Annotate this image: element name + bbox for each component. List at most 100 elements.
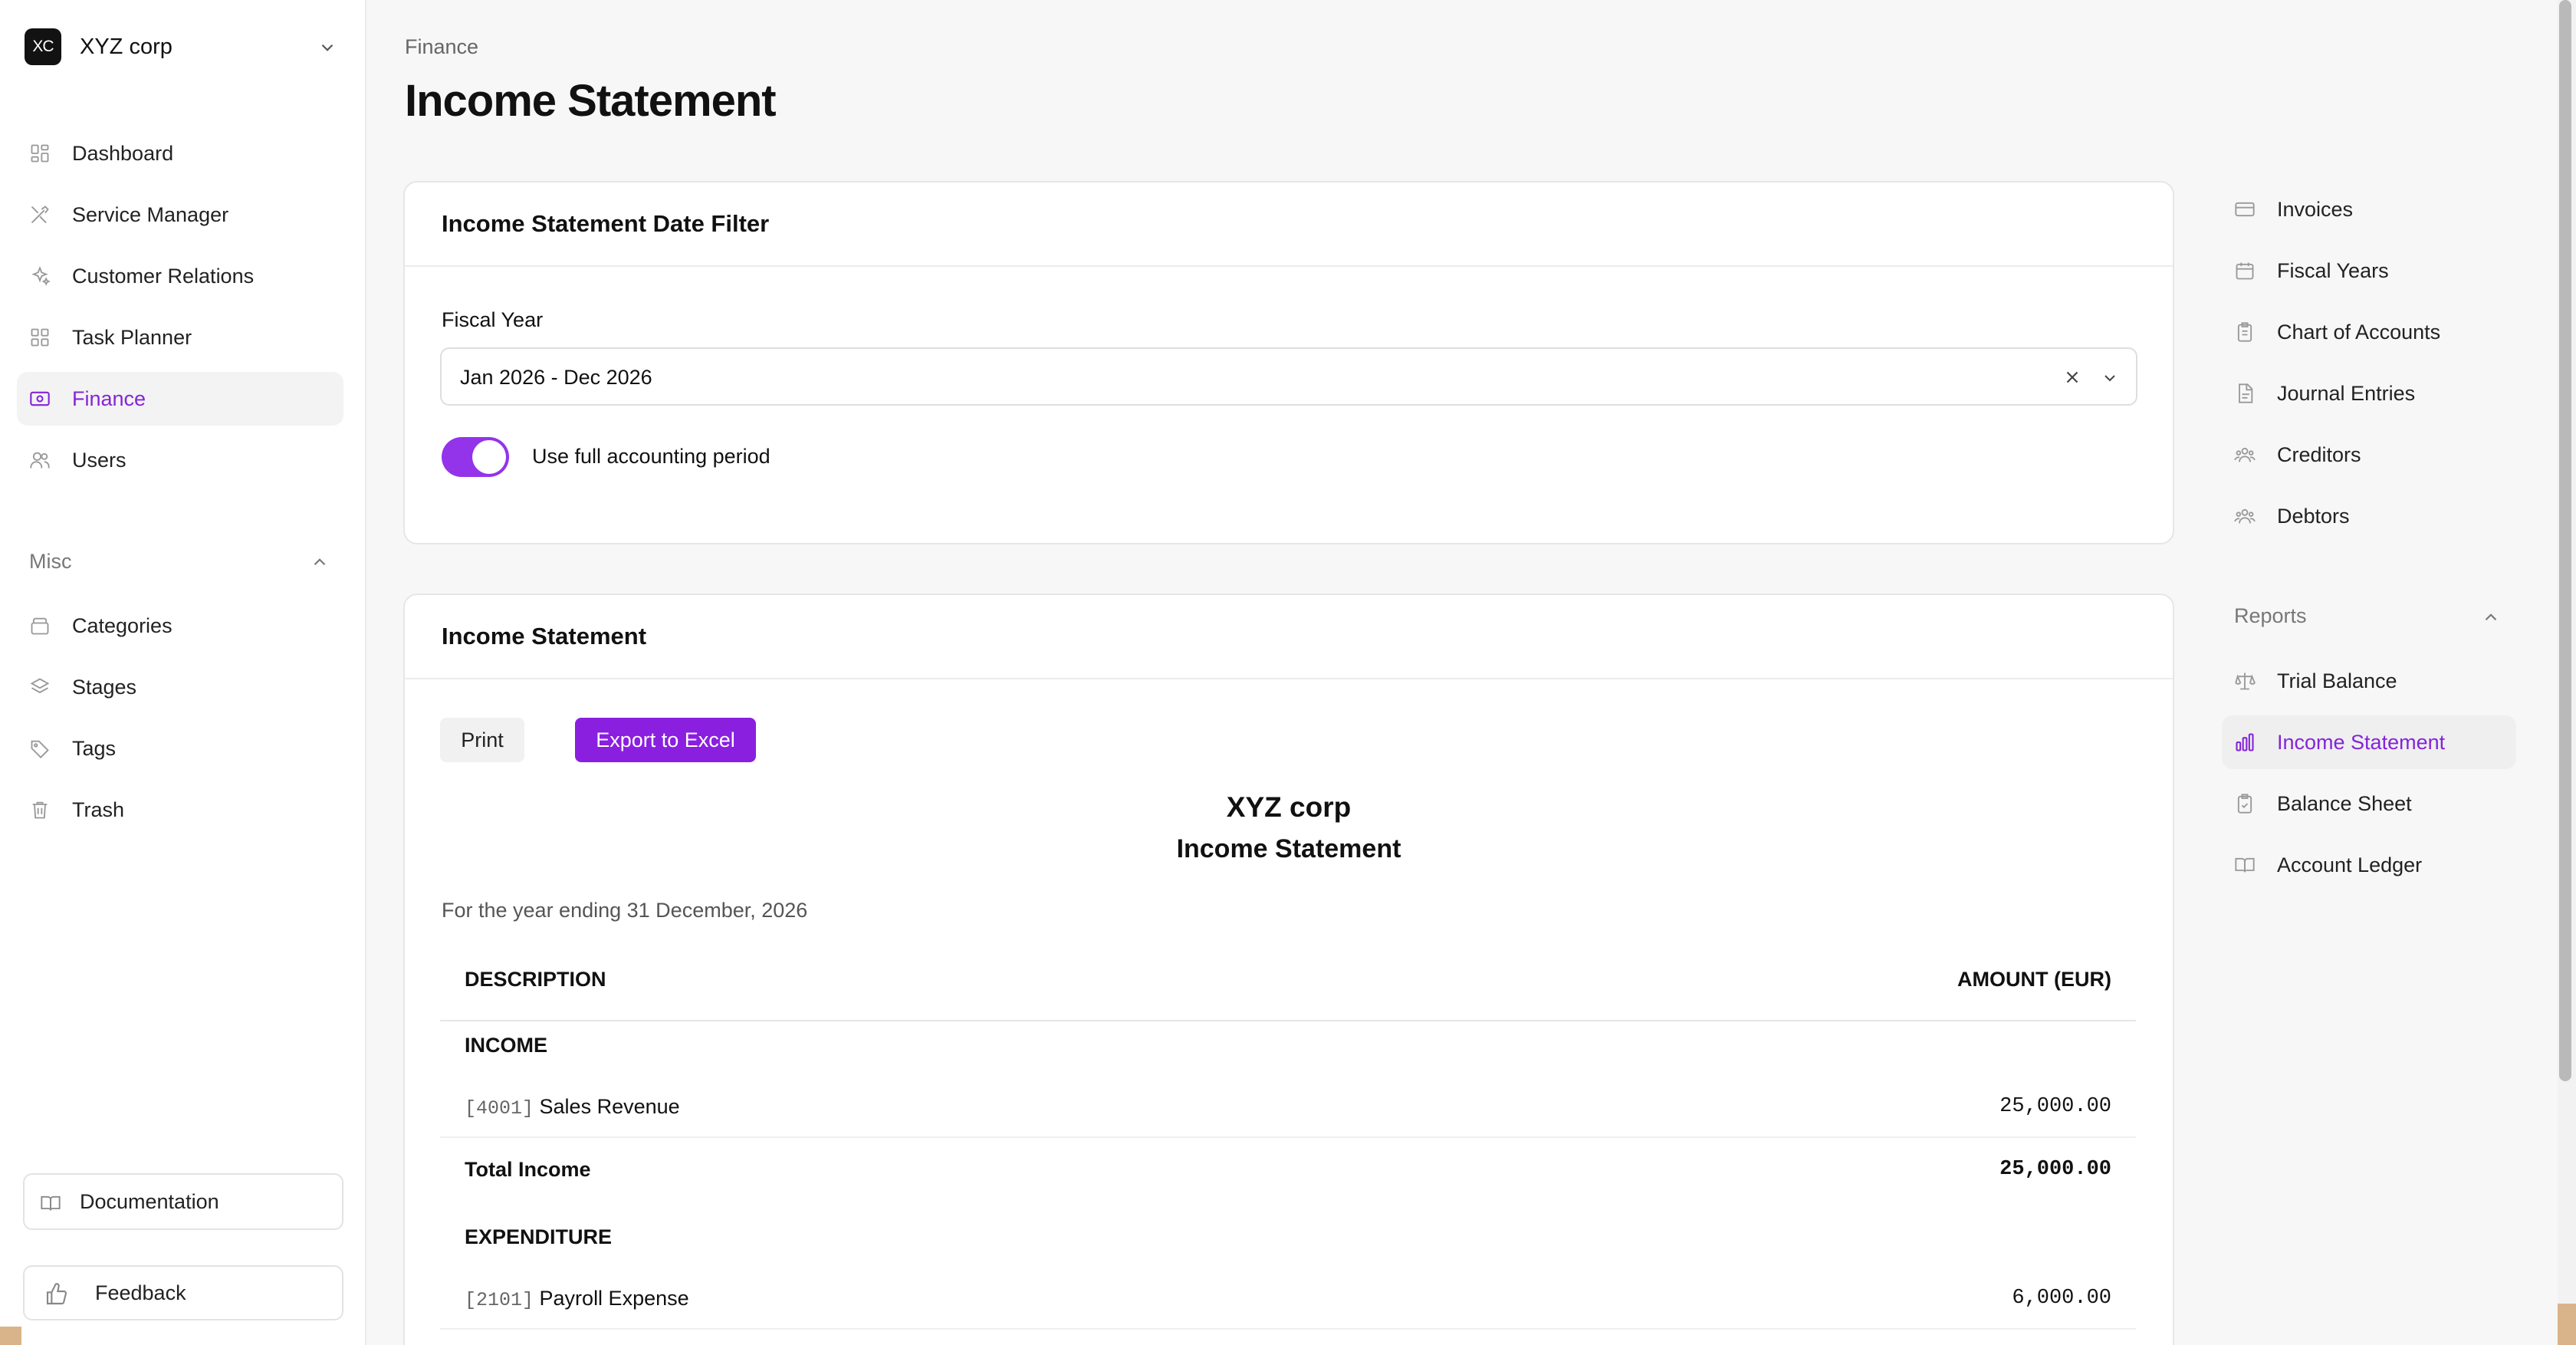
divider: [440, 1328, 2136, 1330]
tools-icon: [29, 204, 51, 225]
window-corner: [0, 1327, 21, 1345]
sidebar-item-task-planner[interactable]: Task Planner: [17, 311, 343, 364]
table-header: DESCRIPTION AMOUNT (EUR): [440, 948, 2136, 1009]
subnav-item-label: Trial Balance: [2277, 669, 2397, 692]
section-label: Reports: [2234, 604, 2307, 627]
sidebar-item-label: Customer Relations: [72, 264, 255, 288]
date-filter-card: Income Statement Date Filter Fiscal Year…: [403, 181, 2174, 544]
full-period-toggle-label: Use full accounting period: [532, 445, 770, 468]
fiscal-year-label: Fiscal Year: [442, 308, 544, 331]
dashboard-icon: [29, 143, 51, 164]
documentation-label: Documentation: [80, 1189, 219, 1213]
tag-icon: [29, 738, 51, 759]
sidebar-item-tags[interactable]: Tags: [17, 722, 343, 775]
calendar-icon: [2234, 260, 2256, 281]
divider: [440, 1136, 2136, 1138]
sidebar-item-label: Service Manager: [72, 202, 229, 226]
file-text-icon: [2234, 383, 2256, 404]
export-excel-button[interactable]: Export to Excel: [575, 718, 756, 762]
breadcrumb[interactable]: Finance: [405, 35, 478, 59]
full-period-toggle[interactable]: [442, 437, 509, 477]
app-window: XC XYZ corp Dashboard Service Manager Cu…: [0, 0, 2576, 1345]
clear-icon[interactable]: [2062, 367, 2082, 387]
subnav-item-label: Chart of Accounts: [2277, 321, 2441, 344]
chevron-up-icon: [310, 552, 330, 572]
trash-icon: [29, 799, 51, 820]
sidebar-item-label: Trash: [72, 797, 125, 821]
org-switcher[interactable]: XC XYZ corp: [25, 28, 342, 66]
sidebar-item-categories[interactable]: Categories: [17, 599, 343, 653]
bar-chart-icon: [2234, 732, 2256, 753]
subnav-item-label: Debtors: [2277, 505, 2350, 528]
print-button[interactable]: Print: [440, 718, 524, 762]
sidebar-item-stages[interactable]: Stages: [17, 660, 343, 714]
chevron-down-icon[interactable]: [2101, 369, 2119, 387]
clipboard-check-icon: [2234, 793, 2256, 814]
account-cell: [4001] Sales Revenue: [465, 1095, 680, 1120]
subnav-item-chart-of-accounts[interactable]: Chart of Accounts: [2222, 305, 2516, 359]
feedback-button[interactable]: Feedback: [23, 1265, 343, 1320]
amount-cell: 25,000.00: [1999, 1095, 2111, 1118]
section-heading: EXPENDITURE: [465, 1225, 613, 1248]
card-title: Income Statement Date Filter: [442, 210, 770, 237]
toggle-knob: [472, 440, 506, 474]
layers-icon: [29, 676, 51, 698]
subnav-item-income-statement[interactable]: Income Statement: [2222, 715, 2516, 769]
book-open-icon: [2234, 854, 2256, 876]
subnav-item-journal-entries[interactable]: Journal Entries: [2222, 367, 2516, 420]
reports-section-toggle[interactable]: Reports: [2234, 601, 2501, 632]
thumbs-up-icon: [44, 1282, 69, 1307]
fiscal-year-select[interactable]: Jan 2026 - Dec 2026: [440, 347, 2137, 406]
sidebar-item-label: Categories: [72, 613, 172, 637]
org-avatar: XC: [25, 28, 61, 65]
report-company: XYZ corp: [1226, 791, 1352, 823]
sidebar-item-users[interactable]: Users: [17, 433, 343, 487]
users-icon: [29, 449, 51, 471]
account-cell: [2101] Payroll Expense: [465, 1287, 689, 1311]
sidebar-item-label: Tags: [72, 736, 117, 760]
subnav-item-debtors[interactable]: Debtors: [2222, 489, 2516, 543]
account-code: [2101]: [465, 1289, 534, 1311]
documentation-button[interactable]: Documentation: [23, 1173, 343, 1230]
chevron-up-icon: [2481, 607, 2501, 627]
sidebar-item-service-manager[interactable]: Service Manager: [17, 188, 343, 242]
subnav-item-account-ledger[interactable]: Account Ledger: [2222, 838, 2516, 892]
income-statement-card: Income Statement Print Export to Excel X…: [403, 594, 2174, 1345]
sidebar-item-finance[interactable]: Finance: [17, 372, 343, 426]
banknote-icon: [29, 388, 51, 409]
fiscal-year-value: Jan 2026 - Dec 2026: [460, 366, 652, 389]
card-title: Income Statement: [442, 623, 647, 649]
org-name: XYZ corp: [80, 34, 172, 59]
subnav-item-fiscal-years[interactable]: Fiscal Years: [2222, 244, 2516, 298]
subnav-item-invoices[interactable]: Invoices: [2222, 183, 2516, 236]
credit-card-icon: [2234, 199, 2256, 220]
column-header-description: DESCRIPTION: [465, 968, 606, 991]
divider: [440, 1020, 2136, 1021]
subnav-item-trial-balance[interactable]: Trial Balance: [2222, 654, 2516, 708]
chevron-down-icon: [317, 38, 337, 58]
misc-section-toggle[interactable]: Misc: [29, 546, 330, 577]
feedback-label: Feedback: [95, 1281, 186, 1304]
subnav-item-balance-sheet[interactable]: Balance Sheet: [2222, 777, 2516, 830]
subnav-item-creditors[interactable]: Creditors: [2222, 428, 2516, 482]
section-label: Misc: [29, 549, 72, 573]
folder-icon: [29, 615, 51, 636]
subnav-item-label: Journal Entries: [2277, 382, 2416, 405]
total-amount: 25,000.00: [1999, 1158, 2111, 1181]
sidebar-item-label: Task Planner: [72, 325, 192, 349]
account-name: Payroll Expense: [539, 1287, 689, 1310]
sidebar-item-label: Users: [72, 448, 127, 472]
subnav-item-label: Creditors: [2277, 443, 2361, 466]
subnav-item-label: Income Statement: [2277, 731, 2446, 754]
subnav-item-label: Balance Sheet: [2277, 792, 2412, 815]
account-name: Sales Revenue: [539, 1095, 680, 1118]
sidebar-item-dashboard[interactable]: Dashboard: [17, 127, 343, 180]
scrollbar-thumb[interactable]: [2559, 0, 2571, 1081]
scale-icon: [2234, 670, 2256, 692]
sidebar-item-label: Dashboard: [72, 141, 174, 165]
column-header-amount: AMOUNT (EUR): [1957, 968, 2111, 991]
subnav-item-label: Fiscal Years: [2277, 259, 2389, 282]
sidebar-item-trash[interactable]: Trash: [17, 783, 343, 837]
sidebar-item-customer-relations[interactable]: Customer Relations: [17, 249, 343, 303]
account-code: [4001]: [465, 1097, 534, 1120]
